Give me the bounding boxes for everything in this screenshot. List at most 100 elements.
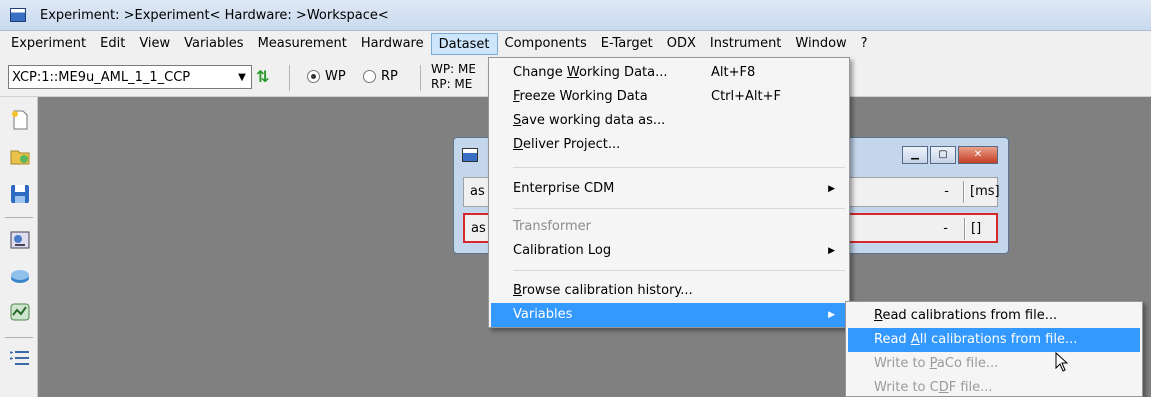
left-toolbar-separator [5, 337, 33, 338]
label-part: ave working data as... [521, 113, 666, 128]
accelerator-key: D [938, 380, 949, 395]
label-part: reeze Working Data [519, 89, 648, 104]
row-divider [963, 181, 965, 203]
menu-separator [513, 270, 845, 271]
toolbar-separator [420, 65, 421, 91]
title-bar: Experiment: >Experiment< Hardware: >Work… [0, 0, 1151, 31]
row-value: - [944, 184, 949, 199]
save-icon[interactable] [9, 183, 31, 205]
label-part: orking Data... [579, 65, 668, 80]
accelerator-key: A [910, 332, 920, 347]
minimize-icon[interactable]: ▁ [902, 146, 928, 164]
accelerator-key: D [513, 137, 524, 152]
menu-e-target[interactable]: E-Target [594, 33, 660, 55]
row-label: as [470, 184, 485, 199]
menu-item-label: Variables [513, 307, 573, 322]
menu-item-label: Calibration Log [513, 243, 612, 258]
label-part: eliver Project... [523, 137, 621, 152]
menu-instrument[interactable]: Instrument [703, 33, 789, 55]
menu-item-label: Enterprise CDM [513, 181, 615, 196]
menu-view[interactable]: View [132, 33, 177, 55]
row-value: - [943, 221, 948, 236]
menu-experiment[interactable]: Experiment [4, 33, 93, 55]
submenu-arrow-icon: ▶ [828, 310, 835, 320]
label-part: aCo file... [936, 356, 999, 371]
database-icon[interactable] [9, 265, 31, 287]
shortcut-label: Ctrl+Alt+F [711, 89, 781, 104]
menu-variables[interactable]: Variables [177, 33, 250, 55]
radio-wp-dot[interactable] [307, 70, 320, 83]
menu-item-write-paco: Write to PaCo file... [848, 352, 1140, 376]
menu-measurement[interactable]: Measurement [251, 33, 354, 55]
device-combo-value: XCP:1::ME9u_AML_1_1_CCP [12, 69, 191, 85]
menu-components[interactable]: Components [498, 33, 594, 55]
shortcut-label: Alt+F8 [711, 65, 756, 80]
label-part: F file... [948, 380, 993, 395]
menu-hardware[interactable]: Hardware [354, 33, 431, 55]
new-document-icon[interactable] [9, 109, 31, 131]
menu-item-enterprise-cdm[interactable]: Enterprise CDM ▶ [491, 177, 847, 201]
accelerator-key: W [566, 65, 579, 80]
wp-info: WP: ME [431, 62, 476, 76]
label-part: Change [513, 65, 567, 80]
hardware-config-icon[interactable] [9, 229, 31, 251]
page-info: WP: ME RP: ME [431, 62, 476, 92]
left-toolbar [0, 97, 38, 397]
label-part: Read [874, 332, 911, 347]
close-icon[interactable]: ✕ [958, 146, 998, 164]
menu-separator [513, 208, 845, 209]
window-title: Experiment: >Experiment< Hardware: >Work… [40, 7, 389, 23]
app-icon [10, 8, 26, 22]
maximize-icon[interactable]: ▢ [930, 146, 956, 164]
menu-item-browse-calibration-history[interactable]: Browse calibration history... [491, 279, 847, 303]
menu-dataset[interactable]: Dataset [430, 33, 498, 55]
submenu-arrow-icon: ▶ [828, 246, 835, 256]
toolbar-separator [289, 65, 290, 91]
menu-item-label: Transformer [513, 219, 592, 234]
left-toolbar-separator [5, 217, 33, 218]
mouse-cursor-icon [1055, 352, 1069, 372]
label-part: ead calibrations from file... [882, 308, 1058, 323]
accelerator-key: B [513, 283, 522, 298]
menu-window[interactable]: Window [788, 33, 853, 55]
radio-wp[interactable]: WP [307, 69, 346, 84]
device-combo[interactable]: XCP:1::ME9u_AML_1_1_CCP ▼ [8, 65, 252, 89]
menu-item-deliver-project[interactable]: Deliver Project... [491, 133, 847, 157]
label-part: Write to C [874, 380, 939, 395]
menu-item-change-working-data[interactable]: Change Working Data... Alt+F8 [491, 61, 847, 85]
menu-item-write-cdf: Write to CDF file... [848, 376, 1140, 397]
row-unit: [ms] [970, 184, 1000, 199]
menu-item-variables[interactable]: Variables ▶ [491, 303, 847, 327]
menu-item-read-all-calibrations[interactable]: Read All calibrations from file... [848, 328, 1140, 352]
window-icon [462, 148, 478, 162]
menu-item-calibration-log[interactable]: Calibration Log ▶ [491, 239, 847, 263]
radio-rp-dot[interactable] [363, 70, 376, 83]
measurement-icon[interactable] [9, 301, 31, 323]
window-controls: ▁ ▢ ✕ [900, 146, 998, 164]
submenu-arrow-icon: ▶ [828, 184, 835, 194]
radio-rp-label: RP [381, 69, 398, 84]
row-unit: [] [971, 221, 982, 236]
menu-bar: Experiment Edit View Variables Measureme… [0, 31, 1151, 57]
chevron-down-icon[interactable]: ▼ [233, 72, 251, 83]
menu-help[interactable]: ? [854, 33, 875, 55]
menu-separator [513, 167, 845, 168]
rp-info: RP: ME [431, 77, 473, 91]
menu-item-read-calibrations[interactable]: Read calibrations from file... [848, 304, 1140, 328]
radio-rp[interactable]: RP [363, 69, 398, 84]
open-folder-icon[interactable] [9, 145, 31, 167]
row-divider [964, 218, 966, 240]
label-part: rowse calibration history... [521, 283, 693, 298]
radio-wp-label: WP [325, 69, 346, 84]
label-part: Write to [874, 356, 930, 371]
variables-submenu: Read calibrations from file... Read All … [845, 301, 1143, 397]
menu-item-save-working-data-as[interactable]: Save working data as... [491, 109, 847, 133]
list-settings-icon[interactable] [9, 347, 31, 369]
label-part: ll calibrations from file... [919, 332, 1078, 347]
dataset-dropdown-menu: Change Working Data... Alt+F8 Freeze Wor… [488, 57, 850, 328]
sync-arrows-icon[interactable]: ⇅ [256, 67, 278, 87]
menu-item-transformer: Transformer [491, 215, 847, 239]
menu-item-freeze-working-data[interactable]: Freeze Working Data Ctrl+Alt+F [491, 85, 847, 109]
menu-edit[interactable]: Edit [93, 33, 132, 55]
menu-odx[interactable]: ODX [660, 33, 703, 55]
